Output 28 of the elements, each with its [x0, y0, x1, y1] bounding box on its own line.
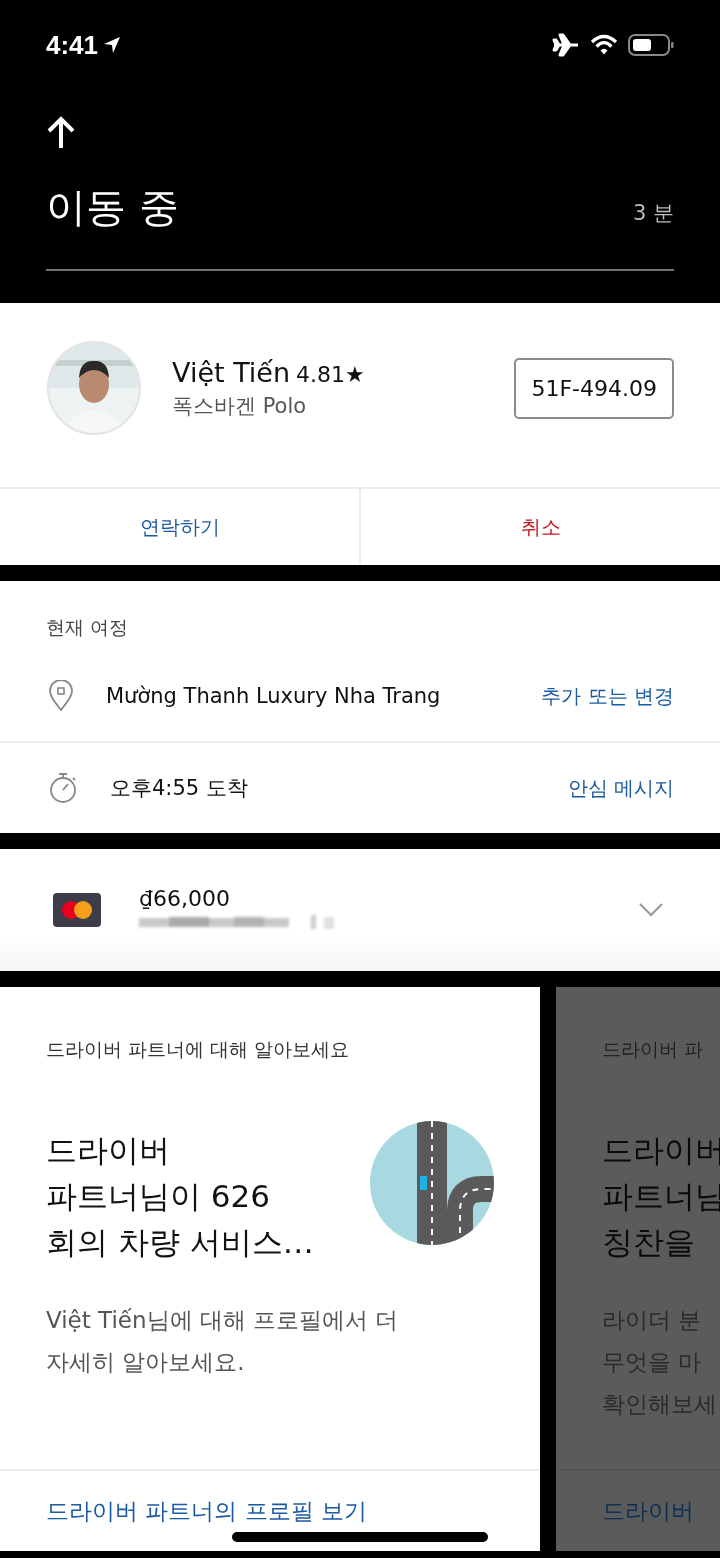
card-eyebrow: 드라이버 파	[602, 1037, 705, 1062]
fare-amount: ₫66,000	[139, 885, 231, 911]
driver-name: Việt Tiến	[172, 356, 291, 388]
safety-message-link[interactable]: 안심 메시지	[567, 774, 674, 802]
eta-text: 3 분	[632, 200, 674, 227]
card-eyebrow: 드라이버 파트너에 대해 알아보세요	[46, 1037, 351, 1062]
card-description: Việt Tiến님에 대해 프로필에서 더 자세히 알아보세요.	[46, 1306, 400, 1377]
chevron-down-icon[interactable]	[638, 902, 664, 918]
up-arrow-icon[interactable]	[46, 116, 76, 150]
battery-icon	[628, 34, 674, 56]
location-pin-icon	[48, 680, 74, 712]
profile-link[interactable]: 드라이버 파트너의 프로필 보기	[46, 1495, 367, 1527]
wifi-icon	[590, 34, 618, 56]
credit-card-icon	[53, 893, 101, 927]
section-heading: 현재 여정	[45, 615, 130, 640]
airplane-icon	[552, 33, 580, 57]
location-arrow-icon	[102, 35, 123, 55]
trip-status-title: 이동 중	[46, 183, 179, 232]
car-model: 폭스바겐 Polo	[172, 392, 308, 420]
card-title: 드라이버 파트너님이 626 회의 차량 서비스…	[46, 1131, 314, 1262]
driver-rating: 4.81★	[296, 361, 365, 387]
status-time: 4:41	[46, 29, 99, 61]
info-card[interactable]: 드라이버 파트너에 대해 알아보세요 드라이버 파트너님이 626 회의 차량 서비스… Việt Tiến님에 대해 프로필에서 더 자세히 알아보세요. 드라이버 파트너의 프로필 보기	[0, 987, 540, 1551]
edit-destination-link[interactable]: 추가 또는 변경	[541, 682, 674, 710]
trip-detail-text: Mường Thanh Luxury Nha Trang	[106, 684, 442, 708]
stopwatch-icon	[48, 772, 78, 804]
license-plate: 51F-494.09	[514, 357, 674, 419]
trip-detail-text: 오후4:55 도착	[110, 775, 249, 802]
